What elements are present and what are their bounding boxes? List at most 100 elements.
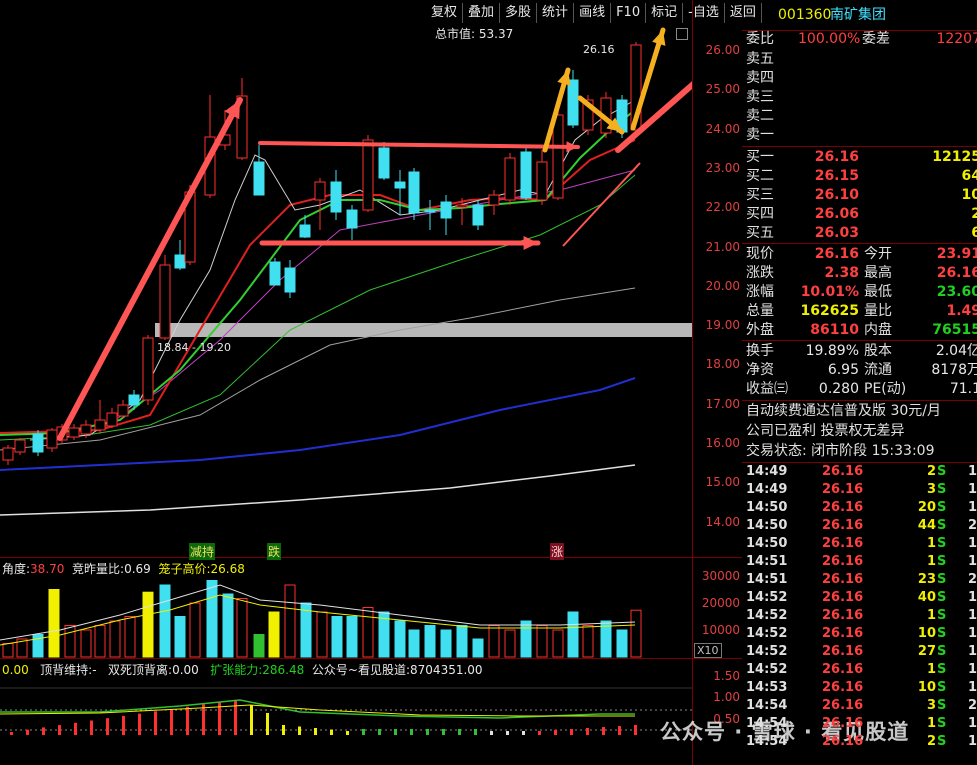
quote-stat-row[interactable]: 涨幅 10.01% 最低 23.60 bbox=[742, 283, 977, 302]
tick-row[interactable]: 14:52 26.16 40 S 1 bbox=[742, 589, 977, 607]
volume-bar bbox=[2, 643, 14, 658]
company-info: 公司已盈利 投票权无差异 bbox=[746, 423, 905, 439]
volume-bar bbox=[253, 634, 265, 658]
bid-row[interactable]: 买三 26.10 10 bbox=[742, 186, 977, 205]
ask-row[interactable]: 卖二 bbox=[742, 107, 977, 126]
volume-bar bbox=[630, 609, 642, 658]
bid-row[interactable]: 买五 26.03 6 bbox=[742, 224, 977, 243]
volume-unit[interactable]: X10 bbox=[694, 643, 722, 658]
volume-bar bbox=[472, 638, 484, 658]
tick-row[interactable]: 14:54 26.16 2 S 1 bbox=[742, 733, 977, 751]
tick-row[interactable]: 14:50 26.16 1 S 1 bbox=[742, 535, 977, 553]
event-tag[interactable]: 涨 bbox=[550, 543, 565, 560]
volume-bar bbox=[346, 616, 358, 658]
candle-body bbox=[32, 433, 44, 453]
tick-row[interactable]: 14:51 26.16 1 S 1 bbox=[742, 553, 977, 571]
indicator-bar bbox=[458, 729, 461, 735]
tick-row[interactable]: 14:49 26.16 2 S 1 bbox=[742, 463, 977, 481]
indicator-bar bbox=[378, 729, 381, 735]
indicator-tick: 1.50 bbox=[713, 669, 740, 683]
bid-row[interactable]: 买一 26.16 12125 bbox=[742, 148, 977, 167]
quote-stat-row[interactable]: 外盘 86110 内盘 76515 bbox=[742, 321, 977, 340]
bid-ask-ratio: 委比 100.00% 委差 12207 bbox=[746, 31, 977, 47]
indicator-tick: 1.00 bbox=[713, 690, 740, 704]
volume-bar bbox=[109, 620, 121, 658]
ask-row[interactable]: 卖五 bbox=[742, 50, 977, 69]
indicator-bar bbox=[506, 731, 509, 735]
quote-stat-row[interactable]: 净资 6.95 流通 8178万 bbox=[742, 361, 977, 380]
quote-stat-row[interactable]: 收益㈢ 0.280 PE(动) 71.1 bbox=[742, 380, 977, 399]
bid-row[interactable]: 买二 26.15 64 bbox=[742, 167, 977, 186]
candle-body bbox=[117, 404, 129, 417]
candle-body bbox=[253, 161, 265, 196]
ma-line bbox=[0, 169, 636, 436]
tick-row[interactable]: 14:54 26.16 1 S 1 bbox=[742, 715, 977, 733]
volume-bar bbox=[394, 620, 406, 658]
trend-line bbox=[562, 162, 641, 247]
event-tag[interactable]: 跌 bbox=[267, 543, 282, 560]
indicator-bar bbox=[330, 729, 333, 735]
quote-stat-row[interactable]: 涨跌 2.38 最高 26.16 bbox=[742, 264, 977, 283]
kline-chart[interactable] bbox=[0, 0, 692, 765]
indicator-bar bbox=[154, 711, 157, 735]
quote-stat-row[interactable]: 换手 19.89% 股本 2.04亿 bbox=[742, 342, 977, 361]
indicator-bar bbox=[490, 731, 493, 735]
price-tick: 18.00 bbox=[705, 357, 740, 372]
indicator-bar bbox=[522, 731, 525, 735]
tick-row[interactable]: 14:52 26.16 1 S 1 bbox=[742, 661, 977, 679]
price-tick: 26.00 bbox=[705, 43, 740, 57]
indicator-bar bbox=[90, 720, 93, 735]
price-axis: 26.00 25.00 24.00 23.00 22.00 21.00 20.00 19.00… bbox=[700, 0, 740, 560]
indicator-bar bbox=[266, 713, 269, 735]
volume-bar bbox=[80, 629, 92, 658]
candle-body bbox=[2, 447, 14, 461]
panel-divider bbox=[0, 557, 742, 558]
tick-row[interactable]: 14:52 26.16 1 S 1 bbox=[742, 607, 977, 625]
tick-row[interactable]: 14:51 26.16 23 S 2 bbox=[742, 571, 977, 589]
ask-row[interactable]: 卖一 bbox=[742, 126, 977, 145]
tick-row[interactable]: 14:50 26.16 20 S 1 bbox=[742, 499, 977, 517]
candle-body bbox=[440, 201, 452, 219]
indicator-bar bbox=[346, 731, 349, 735]
tick-row[interactable]: 14:54 26.16 3 S 2 bbox=[742, 697, 977, 715]
tick-row[interactable]: 14:49 26.16 3 S 1 bbox=[742, 481, 977, 499]
indicator-bar bbox=[602, 727, 605, 735]
volume-bar bbox=[124, 616, 136, 658]
high-mark: 26.16 bbox=[583, 43, 615, 56]
volume-bar bbox=[616, 629, 628, 658]
indicator-bar bbox=[282, 725, 285, 735]
volume-bar bbox=[520, 620, 532, 658]
bid-row[interactable]: 买四 26.06 2 bbox=[742, 205, 977, 224]
indicator-bar bbox=[586, 728, 589, 735]
ask-row[interactable]: 卖三 bbox=[742, 88, 977, 107]
quote-stat-row[interactable]: 总量 162625 量比 1.49 bbox=[742, 302, 977, 321]
indicator-bar bbox=[538, 731, 541, 735]
subscription-info[interactable]: 自动续费通达信普及版 30元/月 bbox=[742, 402, 977, 421]
volume-bar bbox=[582, 625, 594, 658]
candle-body bbox=[174, 254, 186, 269]
volume-bar bbox=[268, 611, 280, 658]
volume-bar bbox=[567, 611, 579, 658]
indicator-bar bbox=[442, 729, 445, 735]
candle-body bbox=[552, 114, 564, 199]
tick-row[interactable]: 14:52 26.16 10 S 1 bbox=[742, 625, 977, 643]
indicator-bar bbox=[634, 725, 637, 735]
event-tag[interactable]: 减持 bbox=[189, 543, 216, 560]
stats-divider bbox=[742, 400, 977, 401]
expand-icon[interactable] bbox=[676, 28, 688, 40]
ma-line bbox=[0, 174, 636, 441]
indicator-axis: 1.50 1.00 0.50 bbox=[700, 660, 740, 765]
tick-row[interactable]: 14:53 26.16 10 S 1 bbox=[742, 679, 977, 697]
indicator-bar bbox=[122, 715, 125, 735]
ask-row[interactable]: 卖四 bbox=[742, 69, 977, 88]
indicator-bar bbox=[58, 725, 61, 735]
indicator-bar bbox=[234, 699, 237, 735]
panel-divider bbox=[0, 658, 742, 659]
price-tick: 21.00 bbox=[705, 239, 740, 254]
volume-bar bbox=[236, 598, 248, 658]
candle-body bbox=[142, 337, 154, 401]
tick-row[interactable]: 14:52 26.16 27 S 1 bbox=[742, 643, 977, 661]
quote-stat-row[interactable]: 现价 26.16 今开 23.91 bbox=[742, 245, 977, 264]
tick-row[interactable]: 14:50 26.16 44 S 2 bbox=[742, 517, 977, 535]
candle-body bbox=[299, 224, 311, 238]
